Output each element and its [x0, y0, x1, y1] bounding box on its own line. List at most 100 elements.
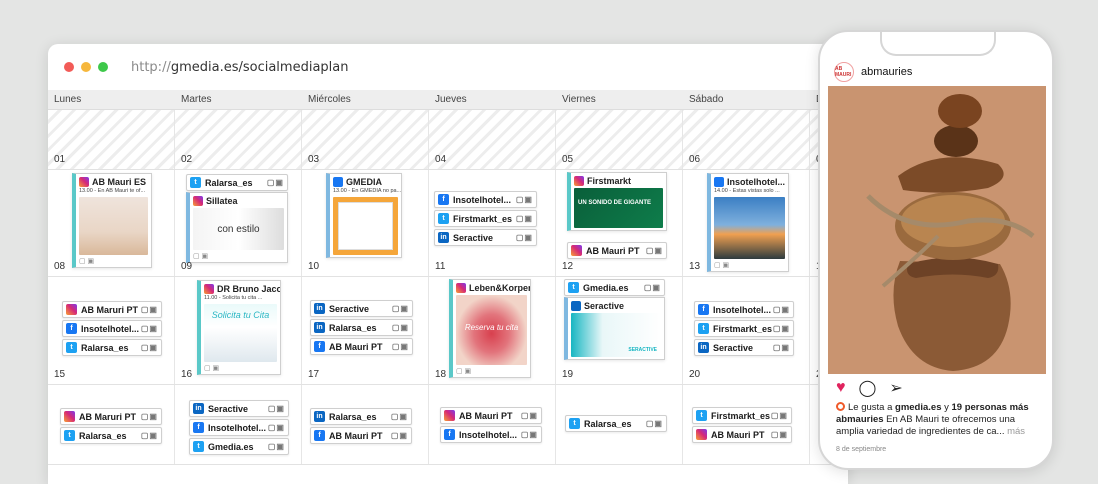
- scheduled-post-pill[interactable]: t Ralarsa_es ▢▣: [186, 174, 288, 191]
- post-tools-icon[interactable]: ▢▣: [773, 324, 790, 333]
- post-tools-icon[interactable]: ▢ ▣: [711, 261, 788, 271]
- scheduled-post-pill[interactable]: in Seractive ▢▣: [310, 300, 413, 317]
- post-tools-icon[interactable]: ▢▣: [141, 343, 158, 352]
- account-name[interactable]: abmauries: [861, 66, 912, 78]
- scheduled-post-pill[interactable]: f Insotelhotel... ▢▣: [189, 419, 289, 436]
- calendar-day-cell[interactable]: AB Maruri PT ▢▣ f Insotelhotel... ▢▣ t Ralar…: [48, 277, 175, 384]
- calendar-day-cell[interactable]: 01: [48, 110, 175, 169]
- post-tools-icon[interactable]: ▢▣: [773, 305, 790, 314]
- scheduled-post-pill[interactable]: f Insotelhotel... ▢▣: [62, 320, 162, 337]
- post-tools-icon[interactable]: ▢▣: [771, 411, 788, 420]
- calendar-day-cell[interactable]: GMEDIA 13.00 - En GMEDIA no pa... 10: [302, 170, 429, 276]
- scheduled-post-pill[interactable]: t Firstmarkt_es ▢▣: [434, 210, 537, 227]
- likes-user[interactable]: gmedia.es: [895, 402, 941, 413]
- post-image[interactable]: [828, 86, 1046, 374]
- scheduled-post-pill[interactable]: t Gmedia.es ▢▣: [189, 438, 289, 455]
- more-link[interactable]: más: [1004, 426, 1025, 437]
- calendar-day-cell[interactable]: t Ralarsa_es ▢▣ Sillatea con estilo ▢ ▣ 09: [175, 170, 302, 276]
- maximize-window-icon[interactable]: [98, 62, 108, 72]
- post-tools-icon[interactable]: ▢▣: [391, 412, 408, 421]
- calendar-day-cell[interactable]: AB Mauri ES 13.00 - En AB Mauri te of...…: [48, 170, 175, 276]
- post-tools-icon[interactable]: ▢▣: [267, 178, 284, 187]
- post-tools-icon[interactable]: ▢▣: [646, 246, 663, 255]
- caption-user[interactable]: abmauries: [836, 414, 884, 425]
- scheduled-post-pill[interactable]: t Firstmarkt_es ▢▣: [694, 320, 794, 337]
- post-tools-icon[interactable]: ▢▣: [646, 419, 663, 428]
- calendar-day-cell[interactable]: Firstmarkt UN SONIDO DE GIGANTE AB Mauri…: [556, 170, 683, 276]
- scheduled-post-pill[interactable]: AB Mauri PT ▢▣: [692, 426, 792, 443]
- scheduled-post-pill[interactable]: f Insotelhotel... ▢▣: [434, 191, 537, 208]
- post-tools-icon[interactable]: ▢▣: [268, 404, 285, 413]
- post-tools-icon[interactable]: ▢▣: [516, 233, 533, 242]
- scheduled-post-pill[interactable]: AB Mauri PT ▢▣: [567, 242, 667, 259]
- scheduled-post-pill[interactable]: f AB Mauri PT ▢▣: [310, 427, 412, 444]
- scheduled-post-pill[interactable]: in Ralarsa_es ▢▣: [310, 408, 412, 425]
- avatar[interactable]: AB MAURI: [834, 62, 854, 82]
- calendar-day-cell[interactable]: AB Mauri PT ▢▣ f Insotelhotel... ▢▣: [429, 385, 556, 464]
- scheduled-post-pill[interactable]: t Firstmarkt_es ▢▣: [692, 407, 792, 424]
- calendar-day-cell[interactable]: t Ralarsa_es ▢▣: [556, 385, 683, 464]
- minimize-window-icon[interactable]: [81, 62, 91, 72]
- post-tools-icon[interactable]: ▢ ▣: [453, 367, 530, 377]
- calendar-day-cell[interactable]: 03: [302, 110, 429, 169]
- post-tools-icon[interactable]: ▢ ▣: [201, 364, 280, 374]
- calendar-day-cell[interactable]: 02: [175, 110, 302, 169]
- calendar-day-cell[interactable]: 06: [683, 110, 810, 169]
- calendar-day-cell[interactable]: Insotelhotel... 14.00 - Estas vistas sol…: [683, 170, 810, 276]
- scheduled-post-pill[interactable]: t Gmedia.es ▢▣: [564, 279, 665, 296]
- post-tools-icon[interactable]: ▢▣: [644, 283, 661, 292]
- post-tools-icon[interactable]: ▢▣: [141, 305, 158, 314]
- calendar-day-cell[interactable]: in Seractive ▢▣ in Ralarsa_es ▢▣ f AB Mauri P…: [302, 277, 429, 384]
- post-tools-icon[interactable]: ▢▣: [516, 195, 533, 204]
- post-tools-icon[interactable]: ▢ ▣: [76, 257, 151, 267]
- scheduled-post-pill[interactable]: AB Maruri PT ▢▣: [60, 408, 162, 425]
- post-tools-icon[interactable]: ▢▣: [391, 431, 408, 440]
- calendar-day-cell[interactable]: Leben&Korper Reserva tu cita ▢ ▣ 18: [429, 277, 556, 384]
- scheduled-post-pill[interactable]: t Ralarsa_es ▢▣: [60, 427, 162, 444]
- calendar-day-cell[interactable]: 05: [556, 110, 683, 169]
- calendar-day-cell[interactable]: t Gmedia.es ▢▣ Seractive SERACTIVE 19: [556, 277, 683, 384]
- scheduled-post-pill[interactable]: t Ralarsa_es ▢▣: [62, 339, 162, 356]
- scheduled-post-pill[interactable]: in Ralarsa_es ▢▣: [310, 319, 413, 336]
- post-tools-icon[interactable]: ▢▣: [392, 323, 409, 332]
- post-tools-icon[interactable]: ▢▣: [268, 423, 285, 432]
- post-tools-icon[interactable]: ▢ ▣: [190, 252, 287, 262]
- scheduled-post-card[interactable]: Seractive SERACTIVE: [564, 297, 665, 360]
- scheduled-post-pill[interactable]: f Insotelhotel... ▢▣: [694, 301, 794, 318]
- calendar-day-cell[interactable]: f Insotelhotel... ▢▣ t Firstmarkt_es ▢▣ in Se…: [683, 277, 810, 384]
- calendar-day-cell[interactable]: f Insotelhotel... ▢▣ t Firstmarkt_es ▢▣ in Se…: [429, 170, 556, 276]
- scheduled-post-card[interactable]: Insotelhotel... 14.00 - Estas vistas sol…: [707, 173, 789, 272]
- scheduled-post-pill[interactable]: f AB Mauri PT ▢▣: [310, 338, 413, 355]
- scheduled-post-pill[interactable]: in Seractive ▢▣: [434, 229, 537, 246]
- calendar-day-cell[interactable]: in Seractive ▢▣ f Insotelhotel... ▢▣ t Gmedia…: [175, 385, 302, 464]
- comment-icon[interactable]: ◯: [859, 378, 877, 398]
- scheduled-post-pill[interactable]: in Seractive ▢▣: [694, 339, 794, 356]
- post-tools-icon[interactable]: ▢▣: [516, 214, 533, 223]
- post-tools-icon[interactable]: ▢▣: [521, 411, 538, 420]
- post-tools-icon[interactable]: ▢▣: [392, 304, 409, 313]
- post-tools-icon[interactable]: ▢▣: [141, 431, 158, 440]
- scheduled-post-pill[interactable]: f Insotelhotel... ▢▣: [440, 426, 542, 443]
- post-tools-icon[interactable]: ▢▣: [392, 342, 409, 351]
- scheduled-post-card[interactable]: Leben&Korper Reserva tu cita ▢ ▣: [449, 279, 531, 378]
- scheduled-post-card[interactable]: Sillatea con estilo ▢ ▣: [186, 192, 288, 263]
- scheduled-post-card[interactable]: AB Mauri ES 13.00 - En AB Mauri te of...…: [72, 173, 152, 268]
- calendar-day-cell[interactable]: 04: [429, 110, 556, 169]
- scheduled-post-pill[interactable]: t Ralarsa_es ▢▣: [565, 415, 667, 432]
- post-tools-icon[interactable]: ▢▣: [521, 430, 538, 439]
- scheduled-post-card[interactable]: DR Bruno Jaco... 11.00 - Solicita tu cit…: [197, 280, 281, 375]
- share-icon[interactable]: ➢: [889, 378, 902, 398]
- post-tools-icon[interactable]: ▢▣: [141, 412, 158, 421]
- scheduled-post-card[interactable]: Firstmarkt UN SONIDO DE GIGANTE: [567, 172, 667, 231]
- scheduled-post-pill[interactable]: AB Mauri PT ▢▣: [440, 407, 542, 424]
- scheduled-post-card[interactable]: GMEDIA 13.00 - En GMEDIA no pa...: [326, 173, 402, 258]
- calendar-day-cell[interactable]: AB Maruri PT ▢▣ t Ralarsa_es ▢▣: [48, 385, 175, 464]
- close-window-icon[interactable]: [64, 62, 74, 72]
- calendar-day-cell[interactable]: t Firstmarkt_es ▢▣ AB Mauri PT ▢▣: [683, 385, 810, 464]
- scheduled-post-pill[interactable]: AB Maruri PT ▢▣: [62, 301, 162, 318]
- post-tools-icon[interactable]: ▢▣: [773, 343, 790, 352]
- post-tools-icon[interactable]: ▢▣: [268, 442, 285, 451]
- scheduled-post-pill[interactable]: in Seractive ▢▣: [189, 400, 289, 417]
- post-tools-icon[interactable]: ▢▣: [771, 430, 788, 439]
- likes-count[interactable]: 19 personas más: [952, 402, 1029, 413]
